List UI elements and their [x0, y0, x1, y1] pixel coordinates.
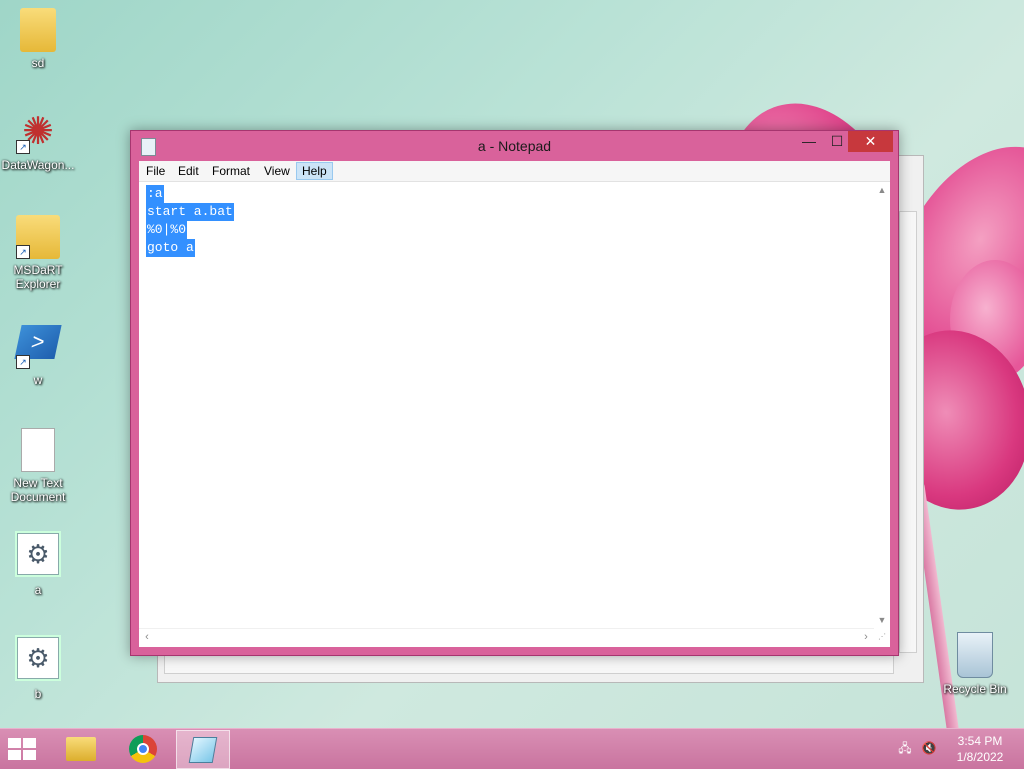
file-explorer-icon [66, 736, 96, 761]
desktop-icon-label: w [33, 373, 43, 387]
folder-shortcut-icon: ↗ [16, 215, 60, 259]
notepad-client-area: File Edit Format View Help :a start a.ba… [139, 161, 890, 647]
background-horizontal-scrollbar[interactable] [164, 654, 894, 674]
taskbar-chrome[interactable] [117, 730, 169, 767]
desktop-icon-recycle-bin[interactable]: Recycle Bin [937, 632, 1013, 696]
scroll-right-icon[interactable]: › [858, 629, 874, 646]
horizontal-scrollbar[interactable]: ‹ › [139, 628, 874, 646]
text-document-icon [21, 428, 55, 472]
text-line: start a.bat [146, 203, 234, 221]
desktop-icon-new-text-document[interactable]: New Text Document [0, 428, 76, 504]
batch-file-icon: ⚙ [17, 533, 59, 575]
desktop-icon-b[interactable]: ⚙ b [0, 637, 76, 701]
maximize-button[interactable]: ☐ [824, 131, 850, 152]
resize-grip-icon[interactable]: ⋰ [874, 628, 890, 645]
window-title: a - Notepad [477, 138, 552, 154]
taskbar-file-explorer[interactable] [55, 730, 107, 767]
menu-help[interactable]: Help [296, 162, 333, 180]
clock-date: 1/8/2022 [956, 750, 1004, 764]
menu-file[interactable]: File [141, 162, 170, 180]
batch-file-icon: ⚙ [17, 637, 59, 679]
desktop-icon-label: DataWagon... [1, 158, 75, 172]
desktop-icon-label: a [34, 583, 42, 597]
folder-icon [20, 8, 56, 52]
desktop-icon-label: New Text Document [10, 476, 66, 504]
star-shortcut-icon: ✺ ↗ [16, 110, 60, 154]
minimize-button[interactable]: — [796, 131, 822, 152]
desktop-icon-w[interactable]: > ↗ w [0, 325, 76, 387]
windows-logo-icon [8, 750, 21, 760]
close-button[interactable]: ✕ [848, 131, 893, 152]
start-button[interactable] [8, 738, 38, 760]
powershell-shortcut-icon: > ↗ [14, 325, 62, 369]
volume-muted-icon[interactable]: 🔇 [921, 741, 937, 755]
text-editor-area[interactable]: :a start a.bat %0|%0 goto a [139, 182, 874, 628]
text-line: :a [146, 185, 164, 203]
windows-logo-icon [23, 750, 36, 760]
desktop-icon-label: b [34, 687, 42, 701]
desktop-icon-sd[interactable]: sd [0, 8, 76, 70]
menu-view[interactable]: View [259, 162, 295, 180]
desktop-icon-label: sd [31, 56, 45, 70]
notepad-icon [188, 736, 218, 763]
background-vertical-scrollbar[interactable] [899, 211, 917, 653]
vertical-scrollbar[interactable]: ▲ ▼ [874, 182, 890, 628]
windows-logo-icon [23, 738, 36, 748]
menu-format[interactable]: Format [207, 162, 255, 180]
desktop-icon-label: Recycle Bin [943, 682, 1007, 696]
scroll-left-icon[interactable]: ‹ [139, 629, 155, 646]
taskbar-notepad[interactable] [176, 730, 230, 769]
network-icon[interactable]: 🖧 [897, 741, 913, 755]
scroll-down-icon[interactable]: ▼ [874, 612, 890, 628]
menu-edit[interactable]: Edit [173, 162, 204, 180]
clock-time: 3:54 PM [957, 734, 1003, 748]
text-line: goto a [146, 239, 195, 257]
chrome-icon [129, 734, 157, 763]
notepad-window[interactable]: a - Notepad — ☐ ✕ File Edit Format View … [130, 130, 899, 656]
menu-bar: File Edit Format View Help [139, 161, 890, 182]
system-clock[interactable]: 3:54 PM 1/8/2022 [950, 733, 1010, 765]
windows-logo-icon [8, 738, 21, 748]
scroll-up-icon[interactable]: ▲ [874, 182, 890, 198]
desktop-icon-a[interactable]: ⚙ a [0, 533, 76, 597]
title-bar[interactable]: a - Notepad — ☐ ✕ [131, 131, 898, 161]
desktop-icon-msdart-explorer[interactable]: ↗ MSDaRT Explorer [0, 215, 76, 291]
desktop-icon-label: MSDaRT Explorer [13, 263, 63, 291]
recycle-bin-icon [957, 632, 993, 678]
desktop-icon-datawagon[interactable]: ✺ ↗ DataWagon... [0, 110, 76, 172]
taskbar: 🖧 🔇 3:54 PM 1/8/2022 [0, 728, 1024, 769]
text-line: %0|%0 [146, 221, 188, 239]
